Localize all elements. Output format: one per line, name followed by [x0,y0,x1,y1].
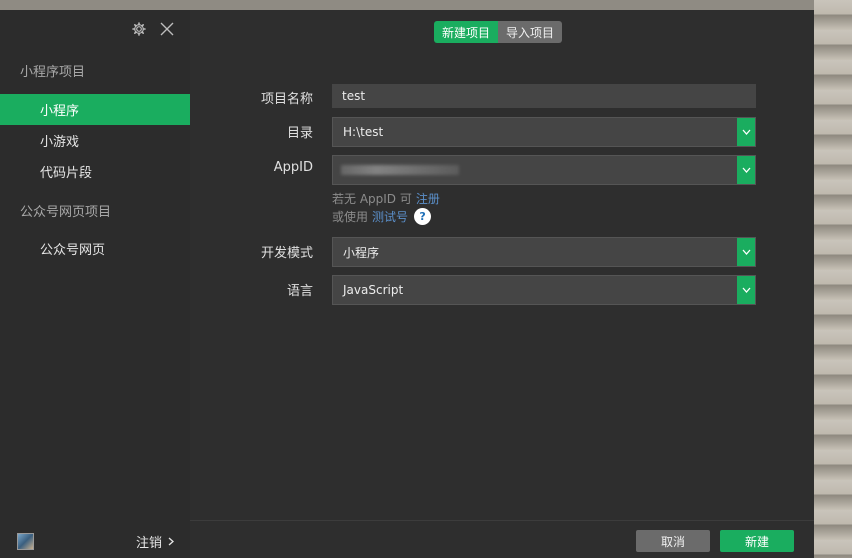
sidebar-item-miniprogram[interactable]: 小程序 [0,94,190,125]
chevron-down-icon [742,249,750,255]
test-account-hint: 或使用 测试号 ? [332,208,432,225]
section-title-official-account: 公众号网页项目 [20,205,112,220]
dialog-footer: 取消 新建 [190,520,814,558]
directory-select[interactable]: H:\test [332,117,756,147]
sidebar-item-label: 小游戏 [40,135,80,150]
language-value: JavaScript [343,283,404,297]
sidebar-item-label: 代码片段 [40,166,93,181]
sidebar-item-official-webpage[interactable]: 公众号网页 [0,233,190,264]
test-account-link[interactable]: 测试号 [372,208,408,225]
sidebar-item-code-snippet[interactable]: 代码片段 [0,156,190,187]
appid-register-hint: 若无 AppID 可 注册 [332,190,440,207]
dev-mode-select[interactable]: 小程序 [332,237,756,267]
desktop-backdrop [814,0,852,558]
cancel-button[interactable]: 取消 [636,530,710,552]
project-name-input[interactable]: test [332,84,756,108]
chevron-down-icon [742,167,750,173]
language-label: 语言 [286,284,313,299]
logout-button[interactable]: 注销 [136,532,174,551]
sidebar: 小程序项目 小程序 小游戏 代码片段 公众号网页项目 公众号网页 注销 [0,10,190,558]
appid-hint-text: 若无 AppID 可 [332,192,412,206]
chevron-down-icon [742,129,750,135]
help-icon[interactable]: ? [414,208,432,225]
project-name-value: test [342,89,366,103]
appid-select[interactable] [332,155,756,185]
test-hint-text: 或使用 [332,210,369,224]
create-button[interactable]: 新建 [720,530,794,552]
sidebar-item-label: 小程序 [40,104,80,119]
chevron-down-icon [742,287,750,293]
tab-new-project[interactable]: 新建项目 [434,21,499,43]
appid-dropdown-button[interactable] [737,156,755,184]
logout-label: 注销 [135,536,162,551]
avatar[interactable] [17,533,34,550]
tab-import-project[interactable]: 导入项目 [498,21,563,43]
register-link[interactable]: 注册 [416,190,440,207]
new-project-dialog: 小程序项目 小程序 小游戏 代码片段 公众号网页项目 公众号网页 注销 新建项目… [0,10,814,558]
sidebar-toolbar [130,20,176,38]
directory-dropdown-button[interactable] [737,118,755,146]
dev-mode-dropdown-button[interactable] [737,238,755,266]
desktop-backdrop-top [0,0,852,10]
sidebar-item-minigame[interactable]: 小游戏 [0,125,190,156]
sidebar-footer: 注销 [0,522,190,558]
dev-mode-label: 开发模式 [260,246,313,261]
gear-icon[interactable] [130,20,148,38]
project-tabs: 新建项目 导入项目 [434,21,563,43]
section-title-miniprogram: 小程序项目 [20,65,86,80]
directory-label: 目录 [286,126,313,141]
main-panel: 新建项目 导入项目 项目名称 test 目录 H:\test AppID 若无 … [190,10,814,558]
appid-redacted-value [341,165,459,175]
close-icon[interactable] [158,20,176,38]
chevron-right-icon [168,537,174,546]
directory-value: H:\test [343,125,384,139]
project-name-label: 项目名称 [260,92,313,107]
language-select[interactable]: JavaScript [332,275,756,305]
appid-label: AppID [273,160,313,175]
sidebar-item-label: 公众号网页 [40,243,106,258]
dev-mode-value: 小程序 [343,245,380,260]
language-dropdown-button[interactable] [737,276,755,304]
